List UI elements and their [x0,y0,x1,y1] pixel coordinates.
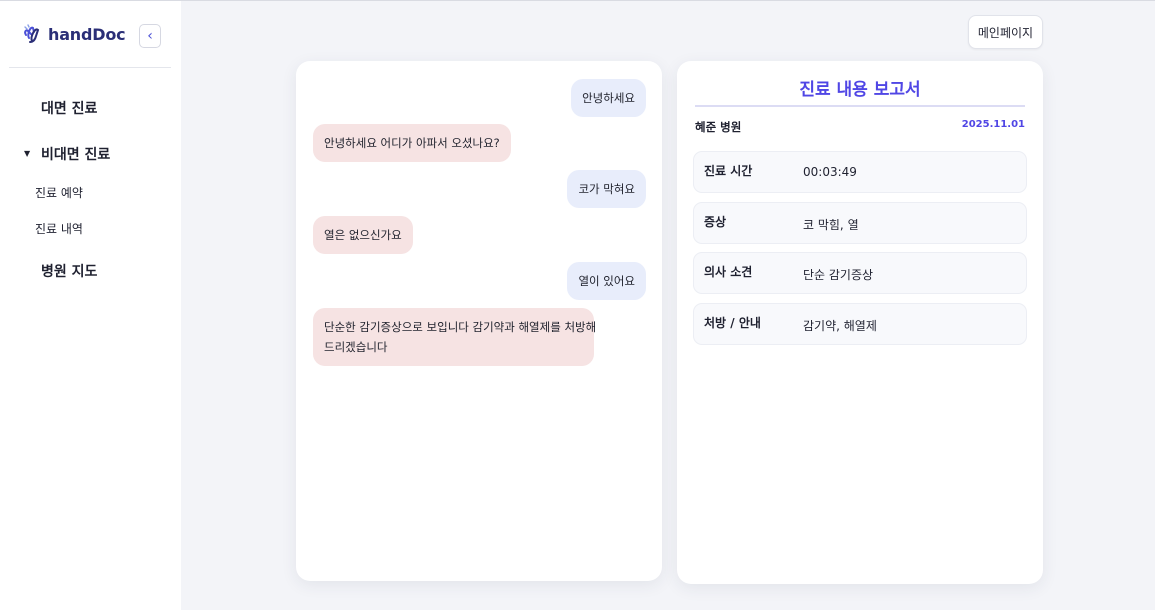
sidebar-item-reservation[interactable]: 진료 예약 [35,184,83,201]
sidebar-item-hospital-map[interactable]: 병원 지도 [41,261,97,281]
chat-message-user: 코가 막혀요 [567,170,646,208]
report-title: 진료 내용 보고서 [799,80,921,100]
chat-panel: 안녕하세요 안녕하세요 어디가 아파서 오셨나요? 코가 막혀요 열은 없으신가… [296,61,662,581]
report-title-divider [695,105,1025,107]
report-date: 2025.11.01 [961,119,1025,130]
caret-down-icon: ▼ [24,149,31,158]
chat-message-line: 드리겠습니다 [324,340,388,354]
brand[interactable]: handDoc [22,23,126,45]
sidebar-item-history[interactable]: 진료 내역 [35,220,83,237]
report-row: 진료 시간 00:03:49 [693,151,1027,193]
chat-message-bot: 단순한 감기증상으로 보입니다 감기약과 해열제를 처방해 드리겠습니다 [313,308,597,366]
sidebar: handDoc ‹ 대면 진료 ▼ 비대면 진료 진료 예약 진료 내역 병원 … [0,1,181,610]
report-row-label: 증상 [704,215,727,229]
chat-message-bot: 안녕하세요 어디가 아파서 오셨나요? [313,124,511,162]
report-row-label: 진료 시간 [704,164,753,178]
report-row: 처방 / 안내 감기약, 해열제 [693,303,1027,345]
chevron-left-icon: ‹ [147,28,153,44]
report-row-value: 감기약, 해열제 [803,319,877,333]
report-row-label: 의사 소견 [704,265,753,279]
sidebar-item-in-person[interactable]: 대면 진료 [41,98,97,118]
chat-message-user: 안녕하세요 [571,79,646,117]
report-panel: 진료 내용 보고서 혜준 병원 2025.11.01 진료 시간 00:03:4… [677,61,1043,584]
report-row-label: 처방 / 안내 [704,316,761,330]
report-row-value: 단순 감기증상 [803,268,874,282]
chat-message-user: 열이 있어요 [567,262,646,300]
sidebar-item-telemedicine[interactable]: 비대면 진료 [41,144,110,164]
hospital-name: 혜준 병원 [695,120,742,134]
report-row: 증상 코 막힘, 열 [693,202,1027,244]
main-page-button[interactable]: 메인페이지 [968,15,1043,49]
hand-wave-icon [24,24,40,43]
sidebar-collapse-button[interactable]: ‹ [139,24,161,48]
report-row-value: 코 막힘, 열 [803,218,859,232]
report-row-value: 00:03:49 [803,165,857,179]
chat-message-bot: 열은 없으신가요 [313,216,413,254]
brand-name: handDoc [48,24,126,44]
chat-message-line: 단순한 감기증상으로 보입니다 감기약과 해열제를 처방해 [324,320,597,334]
sidebar-divider [9,67,171,68]
report-row: 의사 소견 단순 감기증상 [693,252,1027,294]
